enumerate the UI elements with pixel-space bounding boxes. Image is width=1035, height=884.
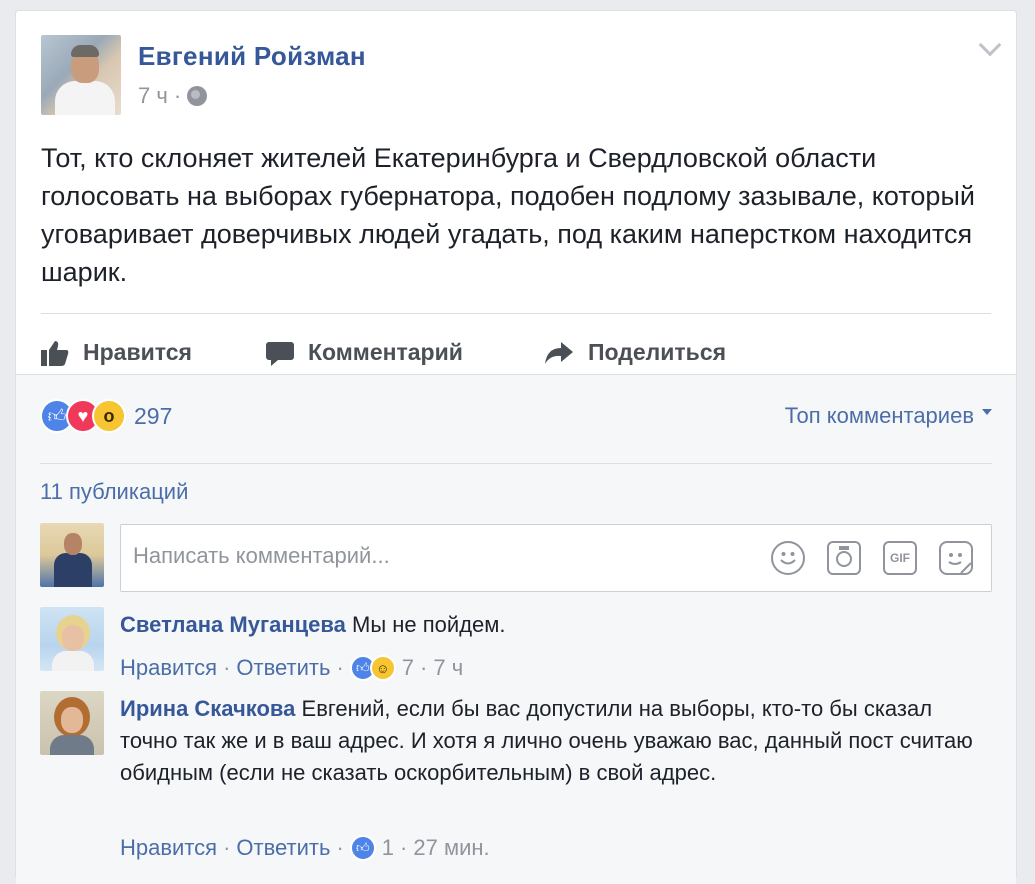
thumbs-up-icon [41, 340, 69, 366]
sticker-icon[interactable] [939, 541, 973, 575]
share-label: Поделиться [588, 339, 727, 365]
author-avatar[interactable] [41, 35, 121, 115]
wow-icon: o [92, 399, 126, 433]
comment-body: Светлана Муганцева Мы не пойдем. [120, 609, 990, 641]
emoji-icon[interactable] [771, 541, 805, 575]
comment-like-link[interactable]: Нравится [120, 835, 217, 861]
divider [40, 463, 992, 464]
commenter-name[interactable]: Ирина Скачкова [120, 696, 295, 721]
comment-meta: Нравится · Ответить · 👍︎ ☺ 7 · 7 ч [120, 655, 464, 681]
post-actions: Нравится Комментарий Поделиться [41, 327, 991, 377]
reaction-count: 297 [134, 402, 173, 429]
comment-body: Ирина Скачкова Евгений, если бы вас допу… [120, 693, 990, 789]
post-time[interactable]: 7 ч [138, 83, 168, 109]
haha-icon: ☺ [369, 655, 396, 681]
comment-time[interactable]: 7 ч [433, 655, 463, 681]
meta-separator: · [173, 83, 182, 108]
like-label: Нравится [83, 339, 192, 365]
comment-reaction-count[interactable]: 7 [402, 655, 414, 681]
composer-icons: GIF [771, 541, 973, 575]
chevron-down-icon[interactable] [978, 33, 1002, 57]
comment-placeholder: Написать комментарий... [133, 543, 390, 568]
commenter-avatar[interactable] [40, 607, 104, 671]
comment-text: Мы не пойдем. [352, 612, 506, 637]
comment-input[interactable]: Написать комментарий... GIF [120, 524, 992, 592]
comment-reply-link[interactable]: Ответить [236, 835, 330, 861]
sort-comments-dropdown[interactable]: Топ комментариев [785, 403, 992, 429]
comment-reply-link[interactable]: Ответить [236, 655, 330, 681]
commenter-name[interactable]: Светлана Муганцева [120, 612, 346, 637]
globe-icon [187, 86, 208, 106]
like-icon: 👍︎ [349, 835, 376, 861]
sort-label: Топ комментариев [784, 403, 974, 428]
comment-time[interactable]: 27 мин. [413, 835, 489, 861]
comment-icon [266, 341, 294, 366]
share-button[interactable]: Поделиться [544, 339, 726, 366]
comment-like-link[interactable]: Нравится [120, 655, 217, 681]
comment-label: Комментарий [308, 339, 463, 365]
gif-icon[interactable]: GIF [883, 541, 917, 575]
reactions-summary[interactable]: 👍︎ ♥ o 297 [40, 399, 172, 433]
comment-reaction-count[interactable]: 1 [382, 835, 394, 861]
current-user-avatar [40, 523, 104, 587]
post-text: Тот, кто склоняет жителей Екатеринбурга … [41, 143, 975, 287]
caret-down-icon [982, 409, 992, 415]
shares-link[interactable]: 11 публикаций [40, 479, 188, 505]
comment-meta: Нравится · Ответить · 👍︎ 1 · 27 мин. [120, 835, 490, 861]
author-name[interactable]: Евгений Ройзман [138, 41, 366, 72]
post-card: Евгений Ройзман 7 ч · Тот, кто склоняет … [15, 10, 1017, 884]
comment-button[interactable]: Комментарий [266, 339, 463, 366]
like-button[interactable]: Нравится [41, 339, 192, 366]
post-meta: 7 ч · [138, 83, 208, 109]
commenter-avatar[interactable] [40, 691, 104, 755]
divider [41, 313, 991, 314]
camera-icon[interactable] [827, 541, 861, 575]
share-icon [545, 341, 573, 364]
